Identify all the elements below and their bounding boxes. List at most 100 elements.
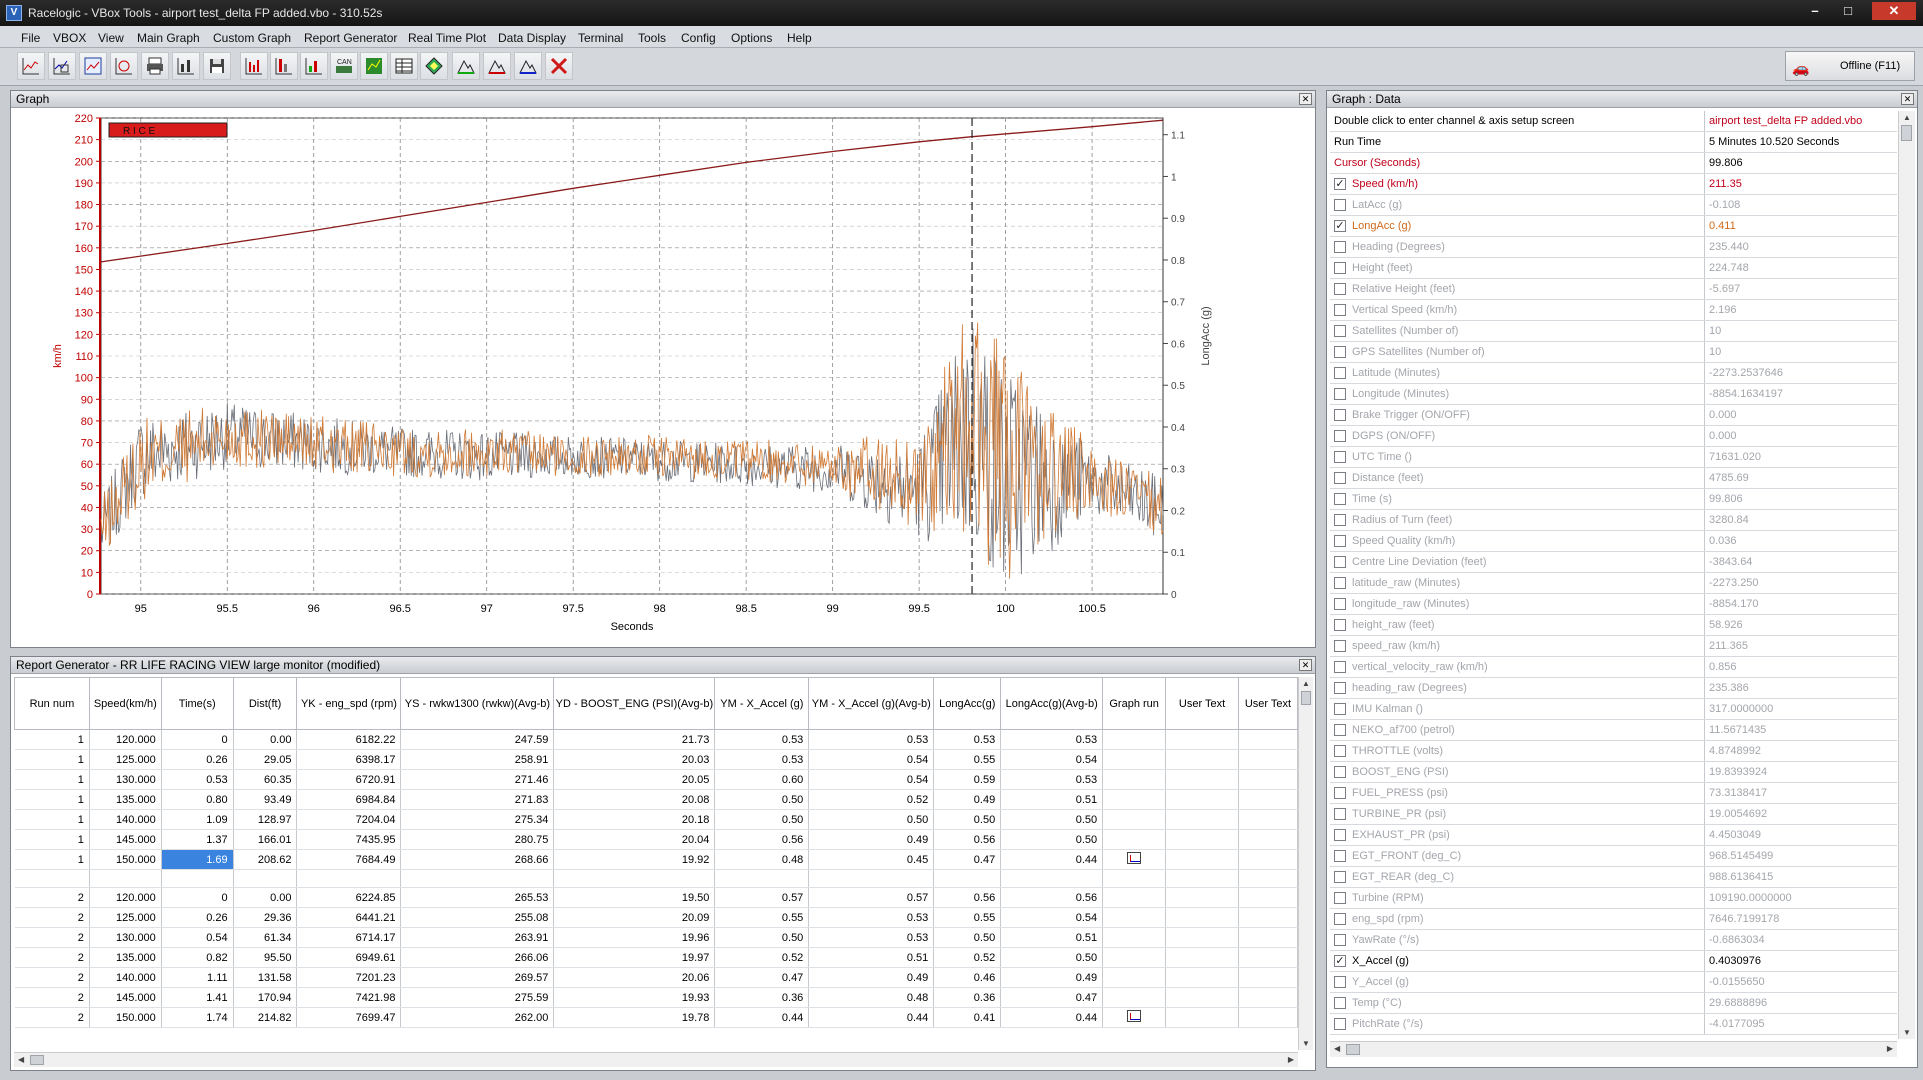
table-cell[interactable]: 21.73 (553, 729, 716, 750)
table-cell[interactable]: 0.53 (808, 907, 935, 928)
table-cell[interactable]: 0.53 (714, 749, 810, 770)
table-cell[interactable] (1165, 829, 1239, 850)
table-cell[interactable]: 135.000 (89, 789, 162, 810)
table-cell[interactable]: 20.18 (553, 809, 716, 830)
table-cell[interactable]: 150.000 (89, 849, 162, 870)
table-cell[interactable]: 0.52 (808, 789, 935, 810)
menu-main-graph[interactable]: Main Graph (137, 31, 200, 45)
channel-checkbox[interactable] (1334, 745, 1346, 757)
table-cell[interactable]: 0.80 (161, 789, 234, 810)
channel-row[interactable]: Y_Accel (g) -0.0155650 (1330, 972, 1897, 993)
channel-checkbox[interactable] (1334, 199, 1346, 211)
channel-row[interactable]: speed_raw (km/h) 211.365 (1330, 636, 1897, 657)
table-cell[interactable]: 2 (14, 947, 90, 968)
table-cell[interactable]: 131.58 (233, 967, 298, 988)
table-cell[interactable]: 269.57 (400, 967, 555, 988)
table-cell[interactable]: 0.55 (933, 749, 1002, 770)
table-cell[interactable]: 0.54 (1000, 907, 1104, 928)
table-cell[interactable]: 0 (161, 729, 234, 750)
table-cell[interactable] (1238, 869, 1298, 888)
table-cell[interactable]: 0.00 (233, 729, 298, 750)
table-cell[interactable]: 0.49 (808, 829, 935, 850)
table-cell[interactable] (1102, 927, 1167, 948)
graph-zoom-icon[interactable] (48, 52, 76, 80)
bar-graph-red-icon[interactable] (270, 52, 298, 80)
scroll-thumb[interactable] (1301, 691, 1311, 705)
table-icon[interactable] (390, 52, 418, 80)
column-header[interactable]: User Text (1237, 677, 1298, 730)
scroll-thumb[interactable] (1901, 125, 1912, 141)
scroll-down-icon[interactable]: ▼ (1302, 1039, 1310, 1048)
table-cell[interactable]: 268.66 (400, 849, 555, 870)
scroll-up-icon[interactable]: ▲ (1302, 679, 1310, 688)
channel-row[interactable]: Speed Quality (km/h) 0.036 (1330, 531, 1897, 552)
channel-checkbox[interactable] (1334, 430, 1346, 442)
table-cell[interactable] (1102, 769, 1167, 790)
table-cell[interactable]: 19.96 (553, 927, 716, 948)
column-header[interactable]: Time(s) (160, 677, 234, 730)
table-cell[interactable]: 19.93 (553, 987, 716, 1008)
mountain-blue-icon[interactable] (514, 52, 542, 80)
table-cell[interactable]: 1 (14, 729, 90, 750)
table-cell[interactable]: 0.47 (1000, 987, 1104, 1008)
channel-checkbox[interactable] (1334, 808, 1346, 820)
menu-view[interactable]: View (98, 31, 124, 45)
mountain-green-icon[interactable] (452, 52, 480, 80)
channel-checkbox[interactable] (1334, 703, 1346, 715)
data-header-row[interactable]: Double click to enter channel & axis set… (1330, 111, 1897, 132)
table-cell[interactable]: 0.52 (714, 947, 810, 968)
channel-row[interactable]: UTC Time () 71631.020 (1330, 447, 1897, 468)
channel-checkbox[interactable] (1334, 766, 1346, 778)
graph-overlay-icon[interactable] (110, 52, 138, 80)
report-close-icon[interactable]: ✕ (1299, 659, 1312, 671)
table-cell[interactable]: 2 (14, 907, 90, 928)
column-header[interactable]: Speed(km/h) (88, 677, 162, 730)
scroll-right-icon[interactable]: ▶ (1288, 1055, 1294, 1064)
channel-row[interactable]: Latitude (Minutes) -2273.2537646 (1330, 363, 1897, 384)
table-cell[interactable]: 0.47 (714, 967, 810, 988)
table-cell[interactable] (1102, 947, 1167, 968)
table-cell[interactable]: 0.49 (1000, 967, 1104, 988)
table-cell[interactable]: 280.75 (400, 829, 555, 850)
channel-checkbox[interactable] (1334, 283, 1346, 295)
table-cell[interactable]: 0.56 (933, 887, 1002, 908)
menu-data-display[interactable]: Data Display (498, 31, 566, 45)
table-cell[interactable]: 140.000 (89, 967, 162, 988)
table-cell[interactable] (1238, 947, 1298, 968)
scale-icon[interactable] (172, 52, 200, 80)
table-cell[interactable]: 29.36 (233, 907, 298, 928)
table-cell[interactable] (1238, 1007, 1298, 1028)
table-cell[interactable]: 0 (161, 887, 234, 908)
table-cell[interactable]: 6720.91 (296, 769, 402, 790)
column-header[interactable]: Graph run (1102, 677, 1167, 730)
column-header[interactable]: LongAcc(g)(Avg-b) (1000, 677, 1104, 730)
column-header[interactable]: YS - rwkw1300 (rwkw)(Avg-b) (400, 677, 555, 730)
channel-checkbox[interactable] (1334, 829, 1346, 841)
table-cell[interactable]: 6182.22 (296, 729, 402, 750)
channel-checkbox[interactable] (1334, 976, 1346, 988)
graph-run-icon[interactable] (1127, 852, 1142, 864)
table-cell[interactable]: 1 (14, 849, 90, 870)
table-cell[interactable] (1165, 947, 1239, 968)
maximize-button[interactable]: □ (1833, 2, 1863, 20)
table-cell[interactable]: 0.48 (808, 987, 935, 1008)
table-cell[interactable]: 2 (14, 927, 90, 948)
channel-checkbox[interactable] (1334, 451, 1346, 463)
table-cell[interactable]: 1.41 (161, 987, 234, 1008)
channel-checkbox[interactable] (1334, 346, 1346, 358)
table-cell[interactable] (1102, 987, 1167, 1008)
channel-row[interactable]: Brake Trigger (ON/OFF) 0.000 (1330, 405, 1897, 426)
table-cell[interactable]: 0.26 (161, 749, 234, 770)
table-cell[interactable] (1165, 749, 1239, 770)
table-cell[interactable]: 130.000 (89, 769, 162, 790)
channel-checkbox[interactable] (1334, 598, 1346, 610)
channel-checkbox[interactable] (1334, 493, 1346, 505)
table-cell[interactable]: 125.000 (89, 907, 162, 928)
channel-checkbox[interactable]: ✓ (1334, 955, 1346, 967)
table-cell[interactable]: 0.53 (161, 769, 234, 790)
channel-row[interactable]: EGT_FRONT (deg_C) 968.5145499 (1330, 846, 1897, 867)
channel-checkbox[interactable] (1334, 787, 1346, 799)
data-vertical-scrollbar[interactable]: ▲ ▼ (1898, 111, 1915, 1039)
table-cell[interactable]: 0.50 (1000, 809, 1104, 830)
table-cell[interactable] (1238, 809, 1298, 830)
